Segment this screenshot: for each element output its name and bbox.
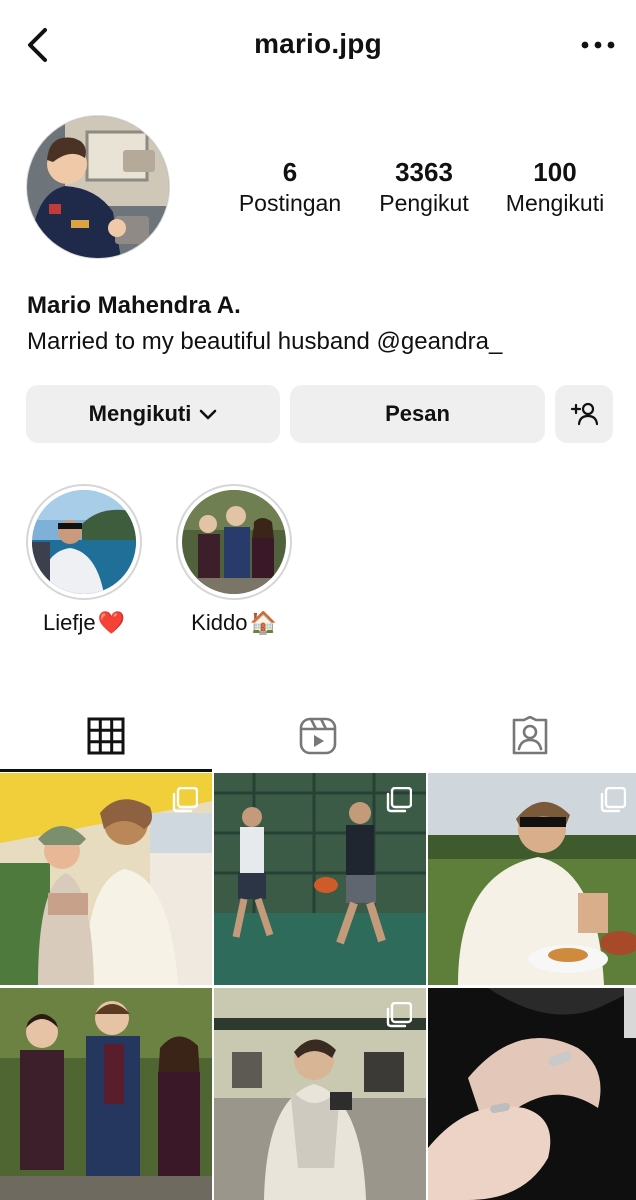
highlight-kiddo-title: Kiddo xyxy=(191,610,248,635)
active-tab-indicator xyxy=(0,769,212,772)
stat-posts[interactable]: 6 Postingan xyxy=(225,158,355,220)
heart-emoji-icon: ❤️ xyxy=(97,610,125,635)
highlight-kiddo[interactable]: Kiddo 🏠 xyxy=(176,484,292,636)
profile-avatar[interactable] xyxy=(27,116,169,258)
post-thumbnail[interactable] xyxy=(214,773,426,985)
profile-name: Mario Mahendra A. xyxy=(27,292,241,319)
highlight-label: Liefje ❤️ xyxy=(26,610,142,636)
multiple-photos-icon xyxy=(386,787,412,813)
stat-following-label: Mengikuti xyxy=(505,190,605,216)
reels-icon xyxy=(299,717,337,755)
stat-followers[interactable]: 3363 Pengikut xyxy=(359,158,489,220)
multiple-photos-icon xyxy=(386,1002,412,1028)
post-thumbnail[interactable] xyxy=(214,988,426,1200)
following-button-label: Mengikuti xyxy=(88,401,192,426)
grid-icon xyxy=(87,717,125,755)
tab-tagged[interactable] xyxy=(424,700,636,772)
more-horizontal-icon xyxy=(581,41,615,49)
post-thumbnail[interactable] xyxy=(428,988,636,1200)
tab-reels[interactable] xyxy=(212,700,424,772)
highlight-label: Kiddo 🏠 xyxy=(176,610,292,636)
post-thumbnail[interactable] xyxy=(428,773,636,985)
post-thumbnail[interactable] xyxy=(0,773,212,985)
tab-posts-grid[interactable] xyxy=(0,700,212,772)
highlight-liefje[interactable]: Liefje ❤️ xyxy=(26,484,142,636)
stat-posts-value: 6 xyxy=(282,157,298,187)
highlight-ring xyxy=(26,484,142,600)
profile-username-title: mario.jpg xyxy=(254,28,382,59)
multiple-photos-icon xyxy=(172,787,198,813)
chevron-down-icon xyxy=(199,401,217,427)
profile-bio: Married to my beautiful husband @geandra… xyxy=(27,328,503,355)
suggest-people-button[interactable] xyxy=(555,385,613,443)
stat-following-value: 100 xyxy=(533,157,577,187)
stat-followers-value: 3363 xyxy=(395,157,453,187)
highlight-cover-image xyxy=(182,490,286,594)
stat-posts-label: Postingan xyxy=(238,190,342,216)
post-thumbnail[interactable] xyxy=(0,988,212,1200)
highlight-liefje-title: Liefje xyxy=(43,610,96,635)
highlight-ring xyxy=(176,484,292,600)
tagged-icon xyxy=(512,716,548,755)
stat-following[interactable]: 100 Mengikuti xyxy=(490,158,620,220)
message-button-label: Pesan xyxy=(385,401,450,426)
following-button[interactable]: Mengikuti xyxy=(26,385,280,443)
more-options-button[interactable] xyxy=(574,30,622,60)
multiple-photos-icon xyxy=(600,787,626,813)
posts-grid xyxy=(0,773,636,1200)
stat-followers-label: Pengikut xyxy=(379,190,469,216)
add-person-icon xyxy=(570,402,598,426)
house-emoji-icon: 🏠 xyxy=(249,610,277,635)
highlight-cover-image xyxy=(32,490,136,594)
message-button[interactable]: Pesan xyxy=(290,385,545,443)
